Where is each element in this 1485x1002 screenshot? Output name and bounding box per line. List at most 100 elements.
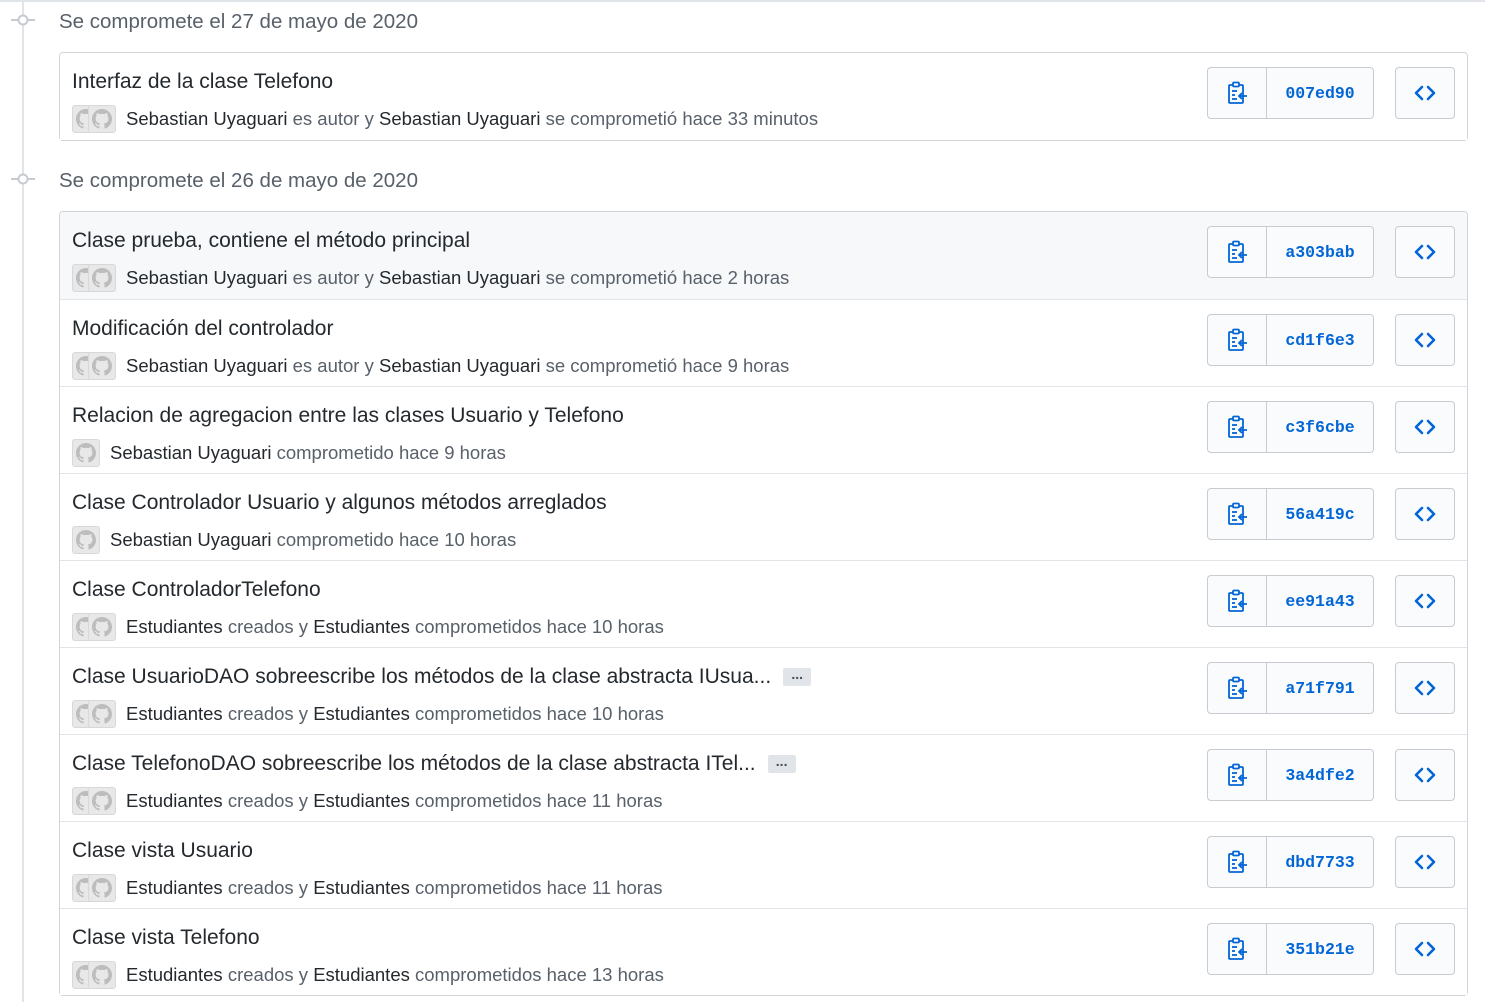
copy-sha-button[interactable] (1207, 314, 1267, 366)
author-link[interactable]: Sebastian Uyaguari (110, 529, 271, 551)
commit-meta: Sebastian Uyaguari es autor y Sebastian … (72, 263, 789, 293)
clipboard-icon (1226, 676, 1248, 700)
copy-sha-button[interactable] (1207, 401, 1267, 453)
browse-repo-button[interactable] (1395, 923, 1455, 975)
commit-title-link[interactable]: Clase ControladorTelefono (72, 577, 321, 603)
browse-repo-button[interactable] (1395, 401, 1455, 453)
commit-sha-link[interactable]: a303bab (1267, 226, 1374, 278)
commit-row: Relacion de agregacion entre las clases … (60, 386, 1467, 473)
copy-sha-button[interactable] (1207, 226, 1267, 278)
browse-repo-button[interactable] (1395, 488, 1455, 540)
copy-sha-button[interactable] (1207, 67, 1267, 119)
avatar-stack (72, 105, 116, 133)
author-link[interactable]: Sebastian Uyaguari (126, 267, 287, 289)
commit-row: Clase vista Usuario Estudiantes creados … (60, 821, 1467, 908)
commit-title-link[interactable]: Clase UsuarioDAO sobreescribe los método… (72, 664, 812, 690)
copy-sha-button[interactable] (1207, 575, 1267, 627)
commit-sha-link[interactable]: ee91a43 (1267, 575, 1374, 627)
timeline-line (22, 0, 24, 1002)
browse-repo-button[interactable] (1395, 836, 1455, 888)
commit-title-link[interactable]: Interfaz de la clase Telefono (72, 69, 333, 95)
expand-message-button[interactable]: ... (767, 754, 796, 774)
avatar[interactable] (88, 264, 116, 292)
commit-meta: Estudiantes creados y Estudiantes compro… (72, 612, 664, 642)
sha-button-group: a71f791 (1207, 662, 1374, 714)
author-link[interactable]: Sebastian Uyaguari (379, 108, 540, 130)
avatar[interactable] (88, 961, 116, 989)
meta-text: es autor y (287, 108, 379, 129)
github-octocat-icon (92, 965, 112, 985)
day-title: Se compromete el 27 de mayo de 2020 (59, 10, 418, 33)
github-octocat-icon (92, 878, 112, 898)
meta-text: comprometidos hace 10 horas (409, 616, 664, 637)
avatar[interactable] (88, 874, 116, 902)
browse-repo-button[interactable] (1395, 749, 1455, 801)
commit-title-link[interactable]: Clase vista Usuario (72, 838, 253, 864)
commit-meta: Sebastian Uyaguari comprometido hace 10 … (72, 525, 516, 555)
avatar[interactable] (88, 105, 116, 133)
browse-repo-button[interactable] (1395, 314, 1455, 366)
code-icon (1414, 680, 1436, 696)
avatar[interactable] (72, 439, 100, 467)
copy-sha-button[interactable] (1207, 836, 1267, 888)
author-link[interactable]: Estudiantes (126, 877, 223, 899)
author-link[interactable]: Sebastian Uyaguari (379, 355, 540, 377)
author-link[interactable]: Estudiantes (126, 790, 223, 812)
avatar[interactable] (88, 613, 116, 641)
avatar[interactable] (88, 787, 116, 815)
sha-button-group: ee91a43 (1207, 575, 1374, 627)
copy-sha-button[interactable] (1207, 488, 1267, 540)
meta-text: es autor y (287, 355, 379, 376)
commit-title-text: Clase ControladorTelefono (72, 578, 321, 601)
commit-meta: Estudiantes creados y Estudiantes compro… (72, 699, 664, 729)
commit-sha-link[interactable]: 3a4dfe2 (1267, 749, 1374, 801)
avatar[interactable] (88, 700, 116, 728)
clipboard-icon (1226, 240, 1248, 264)
author-link[interactable]: Estudiantes (313, 790, 410, 812)
author-link[interactable]: Estudiantes (126, 964, 223, 986)
author-link[interactable]: Estudiantes (313, 616, 410, 638)
commit-title-link[interactable]: Relacion de agregacion entre las clases … (72, 403, 624, 429)
author-link[interactable]: Estudiantes (126, 616, 223, 638)
code-icon (1414, 419, 1436, 435)
commit-sha-link[interactable]: c3f6cbe (1267, 401, 1374, 453)
sha-button-group: 351b21e (1207, 923, 1374, 975)
browse-repo-button[interactable] (1395, 67, 1455, 119)
copy-sha-button[interactable] (1207, 662, 1267, 714)
commit-sha-link[interactable]: 007ed90 (1267, 67, 1374, 119)
commit-row: Clase UsuarioDAO sobreescribe los método… (60, 647, 1467, 734)
copy-sha-button[interactable] (1207, 749, 1267, 801)
avatar[interactable] (88, 352, 116, 380)
code-icon (1414, 854, 1436, 870)
author-link[interactable]: Estudiantes (313, 703, 410, 725)
copy-sha-button[interactable] (1207, 923, 1267, 975)
commit-sha-link[interactable]: 351b21e (1267, 923, 1374, 975)
commit-title-link[interactable]: Clase Controlador Usuario y algunos méto… (72, 490, 607, 516)
browse-repo-button[interactable] (1395, 226, 1455, 278)
expand-message-button[interactable]: ... (783, 667, 812, 687)
browse-repo-button[interactable] (1395, 662, 1455, 714)
commit-sha-link[interactable]: a71f791 (1267, 662, 1374, 714)
avatar[interactable] (72, 526, 100, 554)
author-link[interactable]: Estudiantes (313, 877, 410, 899)
author-link[interactable]: Estudiantes (313, 964, 410, 986)
meta-text: creados y (222, 703, 314, 724)
browse-repo-button[interactable] (1395, 575, 1455, 627)
commit-title-link[interactable]: Clase TelefonoDAO sobreescribe los métod… (72, 751, 796, 777)
commit-sha-link[interactable]: cd1f6e3 (1267, 314, 1374, 366)
avatar-stack (72, 526, 100, 554)
commit-title-link[interactable]: Clase vista Telefono (72, 925, 260, 951)
commit-sha-link[interactable]: dbd7733 (1267, 836, 1374, 888)
author-link[interactable]: Sebastian Uyaguari (126, 355, 287, 377)
commit-title-link[interactable]: Clase prueba, contiene el método princip… (72, 228, 470, 254)
author-link[interactable]: Sebastian Uyaguari (126, 108, 287, 130)
github-octocat-icon (92, 268, 112, 288)
author-link[interactable]: Sebastian Uyaguari (110, 442, 271, 464)
author-link[interactable]: Estudiantes (126, 703, 223, 725)
commit-title-link[interactable]: Modificación del controlador (72, 316, 333, 342)
meta-text: se comprometió hace 33 minutos (540, 108, 819, 129)
commit-sha-link[interactable]: 56a419c (1267, 488, 1374, 540)
code-icon (1414, 506, 1436, 522)
author-link[interactable]: Sebastian Uyaguari (379, 267, 540, 289)
sha-button-group: 007ed90 (1207, 67, 1374, 119)
